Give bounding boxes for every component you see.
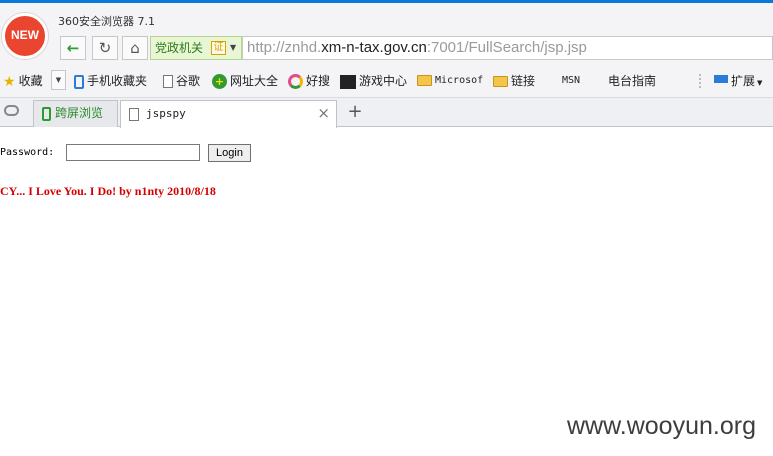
radio-guide-icon — [590, 74, 605, 89]
bookmark-links-folder[interactable]: 链接 — [493, 72, 535, 90]
app-title: 360安全浏览器 7.1 — [58, 15, 155, 28]
bookmark-site-directory[interactable]: + 网址大全 — [212, 72, 278, 90]
url-prefix: http://znhd. — [247, 39, 322, 56]
favorites-label: 收藏 — [18, 74, 43, 88]
navigation-bar: ← ↻ ⌂ 党政机关 证 ▼ http://znhd.xm-n-tax.gov.… — [0, 34, 773, 64]
extensions-button[interactable]: 扩展 ▼ — [714, 72, 762, 90]
folder-icon — [493, 76, 508, 87]
site-directory-icon: + — [212, 74, 227, 89]
tab-cross-screen[interactable]: 跨屏浏览 — [33, 100, 118, 127]
bookmark-label: Microsof — [435, 75, 484, 86]
bookmark-label: 游戏中心 — [359, 74, 408, 88]
password-label: Password: — [0, 147, 55, 158]
bookmark-label: MSN — [562, 75, 581, 86]
certificate-icon: 证 — [211, 41, 226, 55]
bookmark-label: 链接 — [511, 74, 536, 88]
cloud-icon[interactable] — [4, 105, 19, 116]
folder-icon — [417, 74, 432, 86]
password-input[interactable] — [66, 144, 200, 161]
login-button[interactable]: Login — [208, 144, 251, 162]
tab-bar: 跨屏浏览 jspspy × + — [0, 98, 773, 128]
game-icon — [340, 74, 356, 89]
chevron-down-icon: ▼ — [757, 79, 763, 87]
bookmark-microsoft-folder[interactable]: Microsof — [417, 72, 483, 90]
home-icon[interactable]: ⌂ — [122, 36, 148, 60]
favorites-button[interactable]: ★ 收藏 — [3, 72, 43, 90]
tab-label: 跨屏浏览 — [55, 106, 104, 120]
bookmark-radio-guide[interactable]: 电台指南 — [590, 72, 656, 90]
msn-icon — [544, 73, 559, 88]
apps-grid-icon — [714, 74, 728, 89]
star-icon: ★ — [3, 73, 16, 90]
back-arrow-icon[interactable]: ← — [60, 36, 86, 60]
address-bar[interactable]: http://znhd.xm-n-tax.gov.cn:7001/FullSea… — [242, 36, 773, 60]
tab-label: jspspy — [146, 107, 186, 120]
bookmark-label: 谷歌 — [176, 74, 201, 88]
tab-jspspy[interactable]: jspspy × — [120, 100, 337, 128]
bookmark-label: 电台指南 — [608, 74, 657, 88]
bookmark-google[interactable]: 谷歌 — [163, 72, 200, 90]
favorites-dropdown-icon[interactable]: ▼ — [51, 70, 66, 90]
bookmarks-bar: ★ 收藏 ▼ 手机收藏夹 谷歌 + 网址大全 好搜 游戏中心 Microsof 链接… — [0, 64, 773, 98]
refresh-icon[interactable]: ↻ — [92, 36, 118, 60]
bookmark-label: 网址大全 — [230, 74, 279, 88]
browser-logo-icon[interactable]: NEW — [2, 13, 48, 59]
bookmarks-divider — [699, 74, 701, 88]
cert-label: 党政机关 — [155, 41, 204, 55]
bookmark-mobile-favorites[interactable]: 手机收藏夹 — [74, 72, 147, 90]
bookmark-msn[interactable]: MSN — [544, 72, 580, 90]
bookmark-haosou[interactable]: 好搜 — [288, 72, 330, 90]
gov-cert-badge[interactable]: 党政机关 证 ▼ — [150, 36, 242, 60]
bookmark-label: 好搜 — [306, 74, 331, 88]
login-form: Password: Login — [0, 143, 773, 163]
extensions-label: 扩展 — [731, 74, 756, 88]
bookmark-game-center[interactable]: 游戏中心 — [340, 72, 407, 90]
haosou-icon — [288, 74, 303, 89]
logo-badge-text: NEW — [11, 28, 39, 42]
page-icon — [129, 107, 139, 121]
close-icon[interactable]: × — [317, 101, 330, 126]
url-host: xm-n-tax.gov.cn — [321, 39, 427, 56]
phone-icon — [42, 106, 51, 121]
author-credit: CY... I Love You. I Do! by n1nty 2010/8/… — [0, 184, 216, 198]
new-tab-plus-icon[interactable]: + — [343, 101, 367, 125]
watermark: www.wooyun.org — [567, 412, 756, 440]
page-icon — [163, 75, 173, 88]
url-suffix: :7001/FullSearch/jsp.jsp — [426, 39, 587, 56]
chevron-down-icon[interactable]: ▼ — [230, 37, 236, 59]
title-bar: 360安全浏览器 7.1 — [0, 0, 773, 34]
bookmark-label: 手机收藏夹 — [87, 74, 148, 88]
phone-icon — [74, 74, 84, 89]
